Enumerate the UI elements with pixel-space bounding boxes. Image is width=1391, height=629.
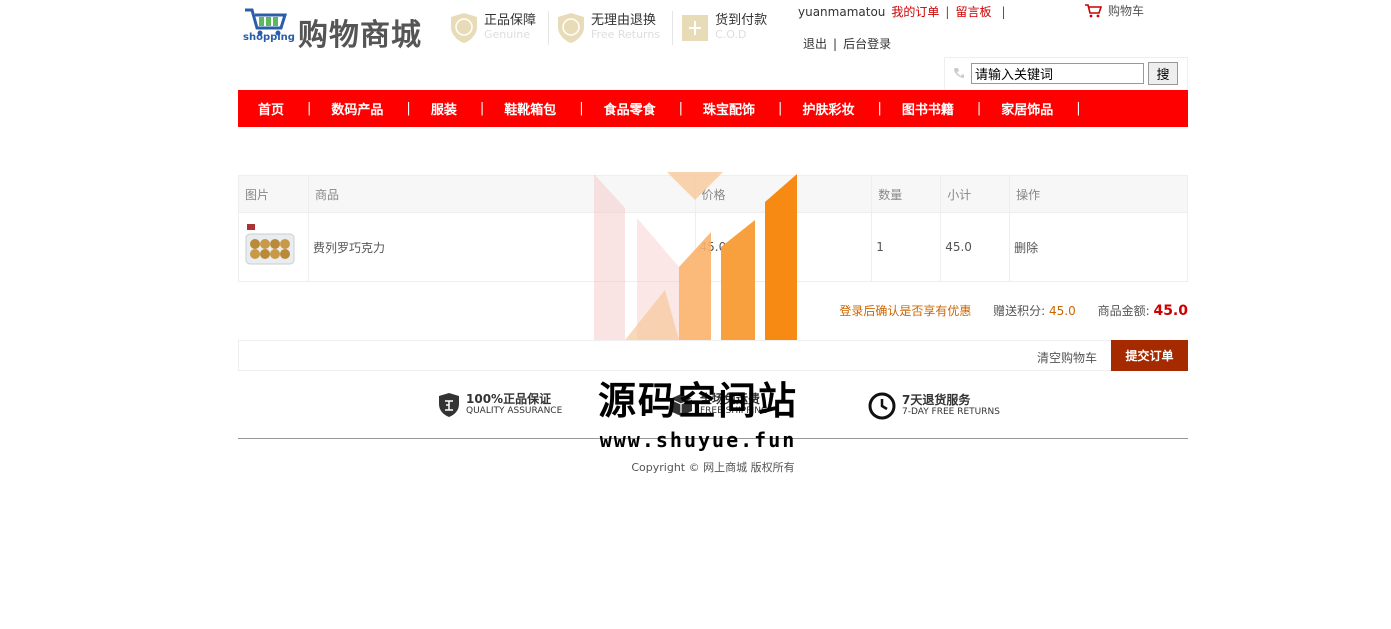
badge-label: 正品保障	[484, 13, 537, 28]
service-label: 100%正品保证	[466, 392, 552, 406]
nav-item-label: 服装	[430, 103, 457, 118]
nav-item-label: 图书书籍	[901, 103, 954, 118]
nav-item-home[interactable]: 首页 |	[238, 99, 311, 118]
amount-value: 45.0	[1153, 303, 1188, 319]
service-sublabel: QUALITY ASSURANCE	[466, 406, 563, 416]
badge-label: 货到付款	[715, 13, 768, 28]
nav-item-books[interactable]: 图书书籍 |	[882, 99, 981, 118]
points-value: 45.0	[1049, 304, 1076, 318]
nav-item-label: 珠宝配饰	[703, 103, 756, 118]
col-header-qty: 数量	[871, 175, 942, 213]
cell-qty: 1	[871, 212, 942, 282]
service-label: 全场免运费	[700, 392, 761, 406]
service-shipping: 全场免运费 FREE SHIPPING	[668, 392, 768, 418]
service-bar: 100%正品保证 QUALITY ASSURANCE 全场免运费 FREE SH…	[238, 392, 1188, 424]
separator: |	[833, 37, 838, 51]
search-input[interactable]	[971, 63, 1144, 84]
table-row: 费列罗巧克力 45.0 1 45.0 删除	[238, 212, 1188, 282]
badge-sublabel: Free Returns	[591, 28, 661, 41]
nav-separator: |	[1076, 101, 1081, 116]
logo-subtitle: shopping	[243, 32, 295, 43]
table-header-row: 图片 商品 价格 数量 小计 操作	[238, 175, 1188, 213]
logout-link[interactable]: 退出	[803, 37, 827, 51]
admin-login-link[interactable]: 后台登录	[843, 37, 891, 51]
nav-item-cosmetics[interactable]: 护肤彩妆 |	[782, 99, 881, 118]
nav-item-label: 首页	[258, 103, 285, 118]
cell-price: 45.0	[694, 212, 873, 282]
cart-link[interactable]: 购物车	[1084, 2, 1144, 19]
genuine-shield-icon	[451, 13, 477, 43]
phone-icon	[954, 68, 964, 78]
cart-link-label: 购物车	[1108, 4, 1145, 18]
product-thumbnail[interactable]	[243, 220, 297, 274]
service-quality: 100%正品保证 QUALITY ASSURANCE	[438, 392, 562, 418]
badge-sublabel: Genuine	[484, 28, 531, 41]
cell-subtotal: 45.0	[940, 212, 1011, 282]
cart-icon	[1085, 4, 1102, 18]
service-badges: 正品保障 Genuine 无理由退换 Free Returns 货到付款 C.O…	[450, 11, 787, 45]
cart-table: 图片 商品 价格 数量 小计 操作 费列罗巧克力 45.0 1 45.0 删除	[238, 175, 1188, 282]
watermark-url: www.shuyue.fun	[599, 428, 797, 452]
separator: |	[1001, 5, 1006, 19]
return-shield-icon	[558, 13, 585, 43]
nav-item-label: 鞋靴箱包	[504, 103, 557, 118]
cod-icon	[682, 15, 709, 41]
nav-item-home-decor[interactable]: 家居饰品 |	[981, 99, 1080, 118]
search-box: 搜	[944, 57, 1188, 89]
username: yuanmamatou	[798, 5, 886, 19]
user-bar-secondary: 退出 | 后台登录	[803, 35, 891, 52]
site-logo[interactable]: shopping 购物商城	[243, 6, 428, 53]
delete-link[interactable]: 删除	[1009, 212, 1188, 282]
col-header-action: 操作	[1009, 175, 1188, 213]
col-header-product: 商品	[307, 175, 696, 213]
badge-genuine: 正品保障 Genuine	[450, 11, 550, 45]
cell-product-name[interactable]: 费列罗巧克力	[307, 212, 696, 282]
submit-order-button[interactable]: 提交订单	[1111, 340, 1188, 371]
badge-label: 无理由退换	[591, 13, 657, 28]
nav-item-label: 家居饰品	[1001, 103, 1054, 118]
box-icon	[669, 394, 693, 416]
service-returns: 7天退货服务 7-DAY FREE RETURNS	[868, 392, 1000, 420]
points-label: 赠送积分:	[993, 304, 1046, 318]
nav-item-label: 数码产品	[331, 103, 384, 118]
clock-icon	[868, 392, 896, 420]
quality-shield-icon	[439, 393, 459, 417]
user-bar: yuanmamatou 我的订单 | 留言板 |	[798, 3, 1012, 20]
nav-item-label: 食品零食	[603, 103, 656, 118]
nav-item-clothing[interactable]: 服装 |	[411, 99, 484, 118]
col-header-image: 图片	[238, 175, 309, 213]
nav-item-food[interactable]: 食品零食 |	[584, 99, 683, 118]
nav-item-shoes-bags[interactable]: 鞋靴箱包 |	[484, 99, 583, 118]
badge-cod: 货到付款 C.O.D	[681, 11, 779, 45]
message-board-link[interactable]: 留言板	[955, 5, 991, 19]
badge-sublabel: C.O.D	[715, 28, 747, 41]
amount-label: 商品金额:	[1097, 304, 1150, 318]
nav-item-jewelry[interactable]: 珠宝配饰 |	[683, 99, 782, 118]
nav-item-label: 护肤彩妆	[802, 103, 855, 118]
service-sublabel: FREE SHIPPING	[700, 406, 769, 416]
logo-title: 购物商城	[298, 18, 422, 53]
service-label: 7天退货服务	[902, 393, 971, 407]
cart-actions: 清空购物车 提交订单	[238, 340, 1188, 371]
badge-returns: 无理由退换 Free Returns	[557, 11, 674, 45]
site-header: shopping 购物商城 正品保障 Genuine 无理由退换 Free Re…	[238, 0, 1188, 90]
cart-summary: 登录后确认是否享有优惠 赠送积分: 45.0 商品金额: 45.0	[238, 302, 1188, 319]
copyright: Copyright © 网上商城 版权所有	[631, 461, 795, 474]
login-discount-note[interactable]: 登录后确认是否享有优惠	[839, 304, 971, 318]
col-header-subtotal: 小计	[940, 175, 1011, 213]
footer-divider	[238, 438, 1188, 439]
service-sublabel: 7-DAY FREE RETURNS	[902, 407, 1000, 417]
search-button[interactable]: 搜	[1148, 62, 1178, 85]
clear-cart-link[interactable]: 清空购物车	[1037, 349, 1097, 366]
col-header-price: 价格	[694, 175, 873, 213]
separator: |	[945, 5, 950, 19]
my-orders-link[interactable]: 我的订单	[891, 5, 939, 19]
main-nav: 首页 | 数码产品 | 服装 | 鞋靴箱包 | 食品零食 | 珠宝配饰 | 护肤彩妆 | 图书…	[238, 90, 1188, 127]
cell-image	[238, 212, 309, 282]
nav-item-digital[interactable]: 数码产品 |	[311, 99, 410, 118]
